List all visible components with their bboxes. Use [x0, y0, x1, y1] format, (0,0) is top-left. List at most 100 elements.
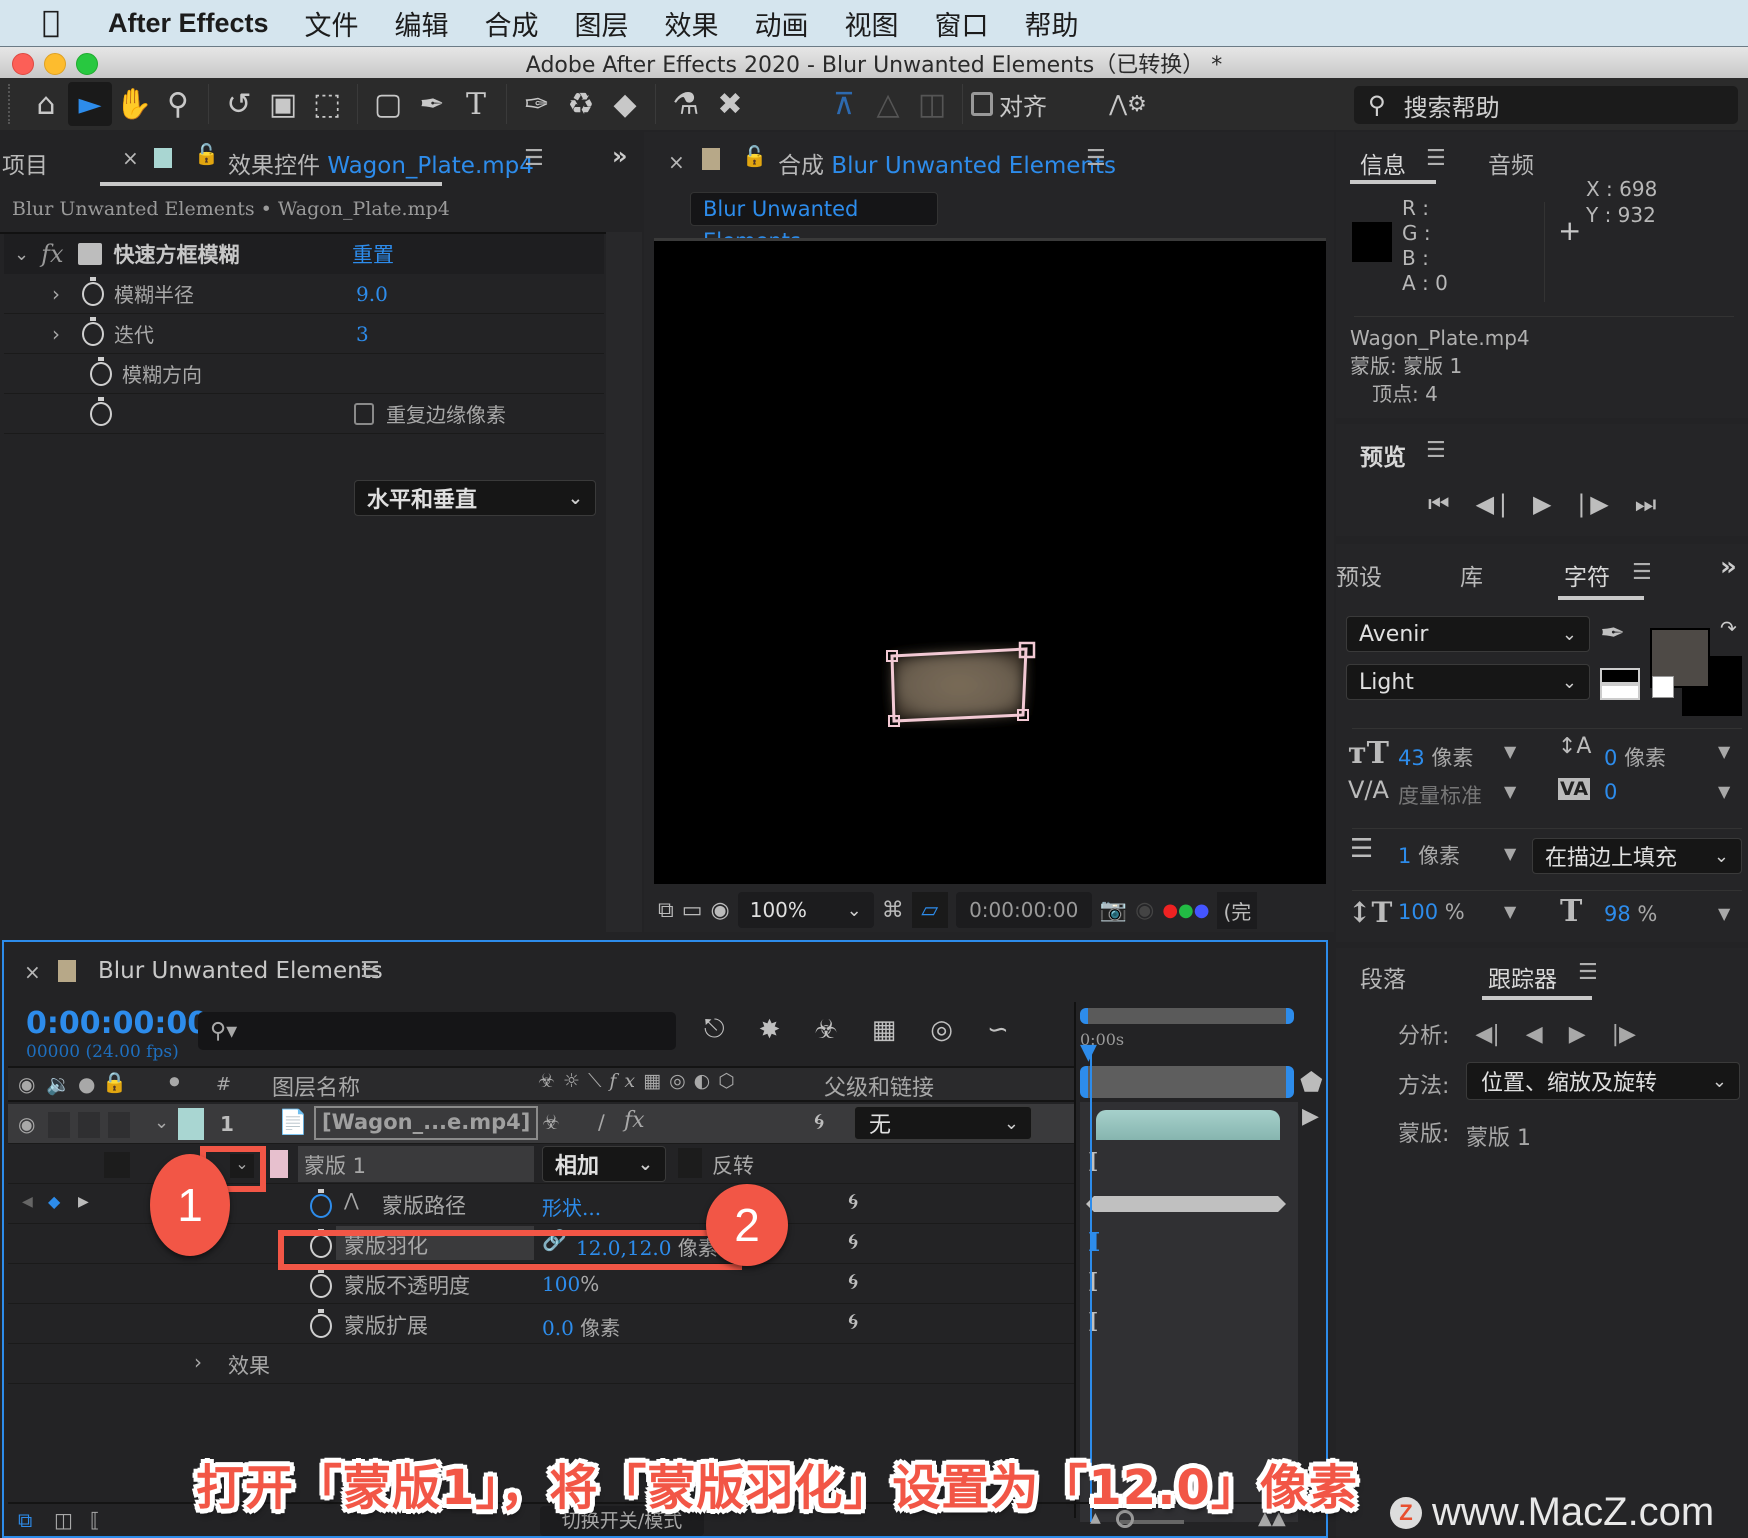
blur-direction-dropdown[interactable]: 水平和垂直 ⌄ [354, 480, 596, 516]
stopwatch-icon[interactable] [82, 316, 104, 346]
comp-breadcrumb-tab[interactable]: Blur Unwanted Elements [690, 192, 938, 253]
viewer-timecode[interactable]: 0:00:00:00 [955, 892, 1092, 928]
show-snapshot-icon[interactable]: ◉ [1135, 898, 1154, 923]
stopwatch-icon[interactable] [310, 1269, 332, 1298]
audio-switch[interactable] [48, 1112, 70, 1138]
stopwatch-icon[interactable] [310, 1189, 332, 1218]
shy-layers-icon[interactable]: ☣ [814, 1015, 837, 1045]
solo-switch[interactable] [78, 1112, 100, 1138]
close-tab-icon[interactable]: × [668, 150, 685, 174]
stopwatch-icon[interactable] [82, 276, 104, 306]
mask-color-swatch[interactable] [270, 1150, 288, 1178]
zoom-tool-icon[interactable]: ⚲ [156, 82, 200, 126]
stroke-mode-dropdown[interactable]: 在描边上填充 ⌄ [1532, 838, 1742, 874]
panel-menu-icon[interactable]: ☰ [1426, 146, 1446, 171]
next-keyframe-icon[interactable]: ▶ [78, 1194, 89, 1210]
effect-switch-icon[interactable]: fx [624, 1108, 645, 1133]
world-axis-icon[interactable]: △ [866, 82, 910, 126]
white-swatch[interactable] [1600, 684, 1640, 700]
monitor-icon[interactable]: ▭ [682, 898, 703, 923]
minimize-window-button[interactable] [44, 53, 66, 75]
previous-frame-icon[interactable]: ◀ | [1476, 490, 1507, 518]
graph-editor-icon[interactable]: ∽ [987, 1015, 1009, 1045]
dropdown-triangle-icon[interactable]: ▼ [1718, 904, 1730, 923]
close-window-button[interactable] [12, 53, 34, 75]
brush-tool-icon[interactable]: ✑ [515, 82, 559, 126]
frame-blending-icon[interactable]: ▦ [872, 1015, 897, 1045]
horizontal-scale-field[interactable]: 98 % [1604, 902, 1657, 926]
column-parent-link[interactable]: 父级和链接 [824, 1070, 934, 1102]
leading-field[interactable]: 0 像素 [1604, 742, 1666, 772]
swap-colors-icon[interactable]: ↷ [1720, 616, 1737, 640]
panel-overflow-icon[interactable]: » [1720, 552, 1737, 582]
search-help-input[interactable]: ⚲ 搜索帮助 [1354, 86, 1738, 124]
pick-whip-icon[interactable]: 🌀︎ [814, 1110, 824, 1135]
layer-switches-toggle-icon[interactable]: ⧉ [18, 1508, 32, 1532]
eyedropper-icon[interactable]: ✒ [1600, 616, 1625, 651]
rotate-tool-icon[interactable]: ↺ [217, 82, 261, 126]
reset-link[interactable]: 重置 [352, 239, 394, 269]
kerning-value[interactable]: 度量标准 [1398, 780, 1482, 810]
pan-behind-tool-icon[interactable]: ⬚ [305, 82, 349, 126]
tracking-method-dropdown[interactable]: 位置、缩放及旋转 ⌄ [1466, 1062, 1740, 1100]
vr-goggles-icon[interactable]: ◉ [711, 898, 730, 923]
stopwatch-icon[interactable] [310, 1309, 332, 1338]
menu-layer[interactable]: 图层 [575, 4, 629, 43]
tab-info[interactable]: 信息 [1360, 146, 1406, 180]
apple-icon[interactable]:  [42, 7, 72, 39]
mask-switch[interactable] [104, 1152, 130, 1178]
expand-chevron-icon[interactable]: › [194, 1350, 202, 1374]
tab-effect-controls[interactable]: 效果控件 Wagon_Plate.mp4 [228, 146, 534, 180]
work-area-navigator[interactable] [1080, 1008, 1294, 1024]
fx-toggle-icon[interactable]: fx [41, 240, 63, 268]
stopwatch-icon[interactable] [90, 396, 112, 426]
next-frame-icon[interactable]: | ▶ [1577, 490, 1608, 518]
camera-tool-icon[interactable]: ▣ [261, 82, 305, 126]
composition-viewer[interactable] [654, 238, 1326, 884]
draft-3d-icon[interactable]: ✸ [759, 1015, 781, 1045]
analyze-backward-frame-icon[interactable]: ◀| [1475, 1022, 1499, 1047]
close-tab-icon[interactable]: × [122, 146, 139, 170]
layer-duration-bar[interactable] [1096, 1110, 1280, 1140]
menu-view[interactable]: 视图 [845, 4, 899, 43]
tab-timeline[interactable]: Blur Unwanted Elements [98, 958, 383, 984]
always-preview-icon[interactable]: ⧉ [658, 898, 674, 923]
snap-align-toggle[interactable]: 对齐 [971, 87, 1047, 122]
mask-name[interactable]: 蒙版 1 [298, 1146, 534, 1182]
work-area-bar[interactable] [1080, 1066, 1294, 1098]
dropdown-triangle-icon[interactable]: ▼ [1504, 742, 1516, 761]
workspace-extend-icon[interactable]: ⋀⚙ [1093, 82, 1163, 126]
analyze-backward-icon[interactable]: ◀ [1526, 1022, 1543, 1047]
prop-value-iterations[interactable]: 3 [356, 322, 369, 346]
local-axis-icon[interactable]: ⊼ [822, 82, 866, 126]
timeline-split-divider[interactable] [1074, 1002, 1076, 1518]
menu-edit[interactable]: 编辑 [395, 4, 449, 43]
mask-opacity-field[interactable]: 100% [542, 1272, 599, 1296]
mask-expansion-row[interactable]: 蒙版扩展 0.0 像素 🌀︎ [8, 1304, 1074, 1344]
current-timecode[interactable]: 0:00:00:00 [26, 1006, 208, 1041]
close-tab-icon[interactable]: × [24, 960, 41, 984]
effects-group-row[interactable]: › 效果 [8, 1344, 1074, 1384]
clone-stamp-tool-icon[interactable]: ♻ [559, 82, 603, 126]
playhead-handle-icon[interactable]: ▼ [1080, 1040, 1097, 1065]
tab-tracker[interactable]: 跟踪器 [1488, 960, 1557, 994]
hand-tool-icon[interactable]: ✋ [112, 82, 156, 126]
resolution-dropdown[interactable]: (完 [1217, 891, 1258, 929]
rectangle-tool-icon[interactable]: ▢ [366, 82, 410, 126]
vertical-scale-field[interactable]: 100 % [1398, 900, 1465, 924]
menu-effect[interactable]: 效果 [665, 4, 719, 43]
pen-tool-icon[interactable]: ✒ [410, 82, 454, 126]
timeline-end-marker-icon[interactable]: ▶ [1302, 1104, 1319, 1129]
panel-overflow-icon[interactable]: » [612, 142, 628, 170]
font-size-field[interactable]: 43 像素 [1398, 742, 1473, 772]
prev-keyframe-icon[interactable]: ◀ [22, 1194, 33, 1210]
eraser-tool-icon[interactable]: ◆ [603, 82, 647, 126]
zoom-level-dropdown[interactable]: 100% ⌄ [737, 892, 874, 928]
color-channels-icon[interactable]: ●●● [1162, 900, 1209, 921]
pick-whip-icon[interactable]: 🌀︎ [848, 1230, 858, 1255]
panel-menu-icon[interactable]: ☰ [1578, 960, 1598, 985]
dropdown-triangle-icon[interactable]: ▼ [1504, 782, 1516, 801]
no-color-swatch[interactable] [1652, 676, 1674, 698]
panel-menu-icon[interactable]: ☰ [360, 958, 380, 983]
collapse-chevron-icon[interactable]: ⌄ [14, 244, 29, 265]
